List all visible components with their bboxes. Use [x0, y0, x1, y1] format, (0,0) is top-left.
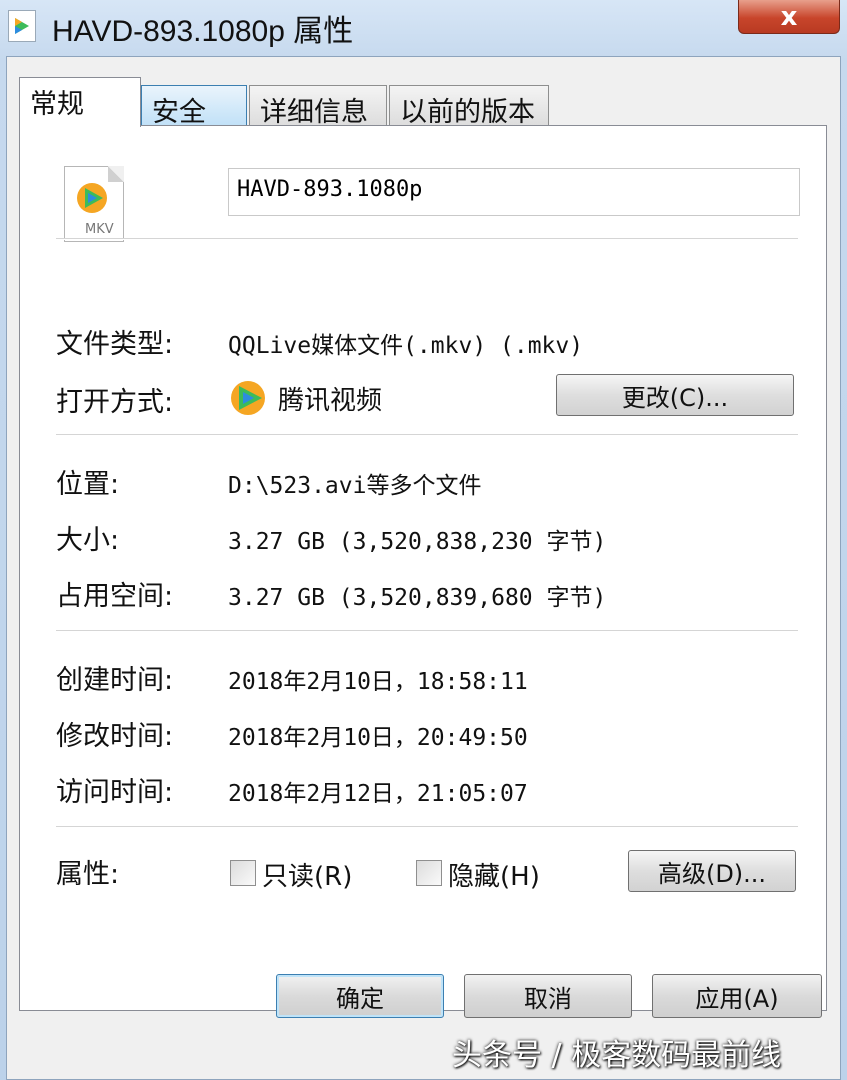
accessed-label: 访问时间: — [56, 777, 174, 808]
dialog-body: 常规 安全 详细信息 以前的版本 MKV HAVD-893.1080p 文件类型… — [6, 56, 841, 1080]
attributes-label: 属性: — [56, 859, 120, 890]
location-label: 位置: — [56, 469, 120, 500]
divider — [56, 238, 798, 240]
size-value: 3.27 GB (3,520,838,230 字节) — [228, 529, 607, 555]
divider — [56, 826, 798, 828]
tencent-video-app-icon — [231, 381, 265, 415]
tab-general[interactable]: 常规 — [19, 77, 141, 127]
location-value: D:\523.avi等多个文件 — [228, 473, 482, 499]
properties-window: HAVD-893.1080p 属性 x 常规 安全 详细信息 以前的版本 MKV… — [0, 0, 847, 1080]
divider — [56, 630, 798, 632]
divider — [56, 434, 798, 436]
file-type-label: 文件类型: — [56, 329, 174, 360]
file-extension-label: MKV — [85, 222, 114, 237]
tab-previous-versions[interactable]: 以前的版本 — [389, 85, 549, 128]
close-button[interactable]: x — [738, 0, 840, 34]
general-panel: MKV HAVD-893.1080p 文件类型: QQLive媒体文件(.mkv… — [19, 125, 827, 1011]
tencent-video-icon — [77, 183, 107, 213]
change-button[interactable]: 更改(C)... — [556, 374, 794, 416]
tab-details[interactable]: 详细信息 — [249, 85, 387, 128]
advanced-button[interactable]: 高级(D)... — [628, 850, 796, 892]
close-icon: x — [780, 1, 798, 32]
open-with-app-name: 腾讯视频 — [278, 386, 383, 416]
created-value: 2018年2月10日，18:58:11 — [228, 669, 528, 695]
modified-value: 2018年2月10日，20:49:50 — [228, 725, 528, 751]
mkv-file-icon: MKV — [64, 166, 124, 242]
created-label: 创建时间: — [56, 665, 174, 696]
size-label: 大小: — [56, 525, 120, 556]
open-with-label: 打开方式: — [56, 387, 174, 418]
apply-button[interactable]: 应用(A) — [652, 974, 822, 1018]
accessed-value: 2018年2月12日，21:05:07 — [228, 781, 528, 807]
size-on-disk-value: 3.27 GB (3,520,839,680 字节) — [228, 585, 607, 611]
size-on-disk-label: 占用空间: — [56, 581, 174, 612]
tab-security[interactable]: 安全 — [141, 85, 247, 128]
filename-input[interactable]: HAVD-893.1080p — [228, 168, 800, 216]
video-file-icon — [8, 10, 36, 42]
hidden-checkbox[interactable] — [416, 860, 442, 886]
watermark-text: 头条号 / 极客数码最前线 — [452, 1038, 782, 1073]
modified-label: 修改时间: — [56, 721, 174, 752]
file-type-value: QQLive媒体文件(.mkv) (.mkv) — [228, 333, 584, 359]
cancel-button[interactable]: 取消 — [464, 974, 632, 1018]
readonly-checkbox[interactable] — [230, 860, 256, 886]
window-title: HAVD-893.1080p 属性 — [52, 15, 354, 48]
ok-button[interactable]: 确定 — [276, 974, 444, 1018]
hidden-label: 隐藏(H) — [448, 862, 540, 892]
readonly-label: 只读(R) — [262, 862, 353, 892]
